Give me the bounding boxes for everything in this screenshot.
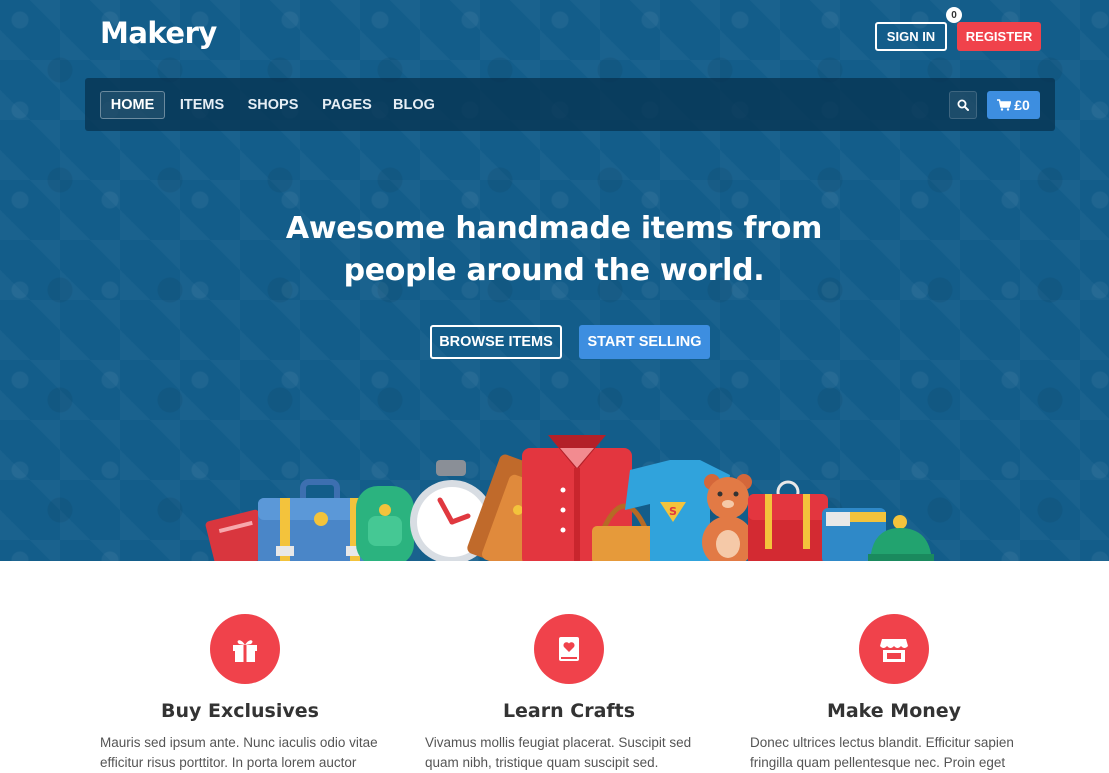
hero-section: Makery SIGN IN REGISTER HOME ITEMS SHOPS… <box>0 0 1109 561</box>
feature-icon-circle <box>210 614 280 684</box>
cart-total: £0 <box>1014 97 1030 113</box>
gift-icon <box>233 640 257 662</box>
search-button[interactable] <box>949 91 977 119</box>
feature-text: Vivamus mollis feugiat placerat. Suscipi… <box>425 735 692 770</box>
nav-item-pages[interactable]: PAGES <box>319 91 375 119</box>
feature-text: Mauris sed ipsum ante. Nunc iaculis odio… <box>100 735 378 770</box>
register-button[interactable]: REGISTER <box>957 22 1041 51</box>
sign-in-button[interactable]: SIGN IN <box>875 22 947 51</box>
feature-icon-circle <box>534 614 604 684</box>
hero-headline: Awesome handmade items from people aroun… <box>254 208 854 292</box>
handmade-items-illustration: S <box>205 435 934 561</box>
feature-text: Donec ultrices lectus blandit. Efficitur… <box>750 735 1014 770</box>
feature-title: Buy Exclusives <box>161 700 319 722</box>
nav-item-blog[interactable]: BLOG <box>392 91 436 119</box>
feature-title: Make Money <box>826 700 962 722</box>
schoolbag-illustration <box>748 480 828 561</box>
shop-icon <box>880 639 908 662</box>
brand-logo[interactable]: Makery <box>100 16 217 50</box>
search-icon <box>957 99 969 111</box>
feature-icon-circle <box>859 614 929 684</box>
nav-item-home[interactable]: HOME <box>100 91 165 119</box>
hero-headline-line1: Awesome handmade items from <box>285 211 823 246</box>
feature-title: Learn Crafts <box>502 700 636 722</box>
nav-item-items[interactable]: ITEMS <box>177 91 227 119</box>
start-selling-button[interactable]: START SELLING <box>579 325 710 359</box>
main-navbar: HOME ITEMS SHOPS PAGES BLOG £0 <box>85 78 1055 131</box>
cart-count-badge: 0 <box>946 7 962 23</box>
nav-item-shops[interactable]: SHOPS <box>245 91 301 119</box>
browse-items-button[interactable]: BROWSE ITEMS <box>430 325 562 359</box>
backpack-illustration <box>356 486 414 561</box>
svg-text:S: S <box>669 505 677 518</box>
book-heart-icon <box>559 637 579 661</box>
hero-headline-line2: people around the world. <box>343 253 765 288</box>
cart-icon <box>997 99 1012 111</box>
cart-button[interactable]: £0 <box>987 91 1040 119</box>
